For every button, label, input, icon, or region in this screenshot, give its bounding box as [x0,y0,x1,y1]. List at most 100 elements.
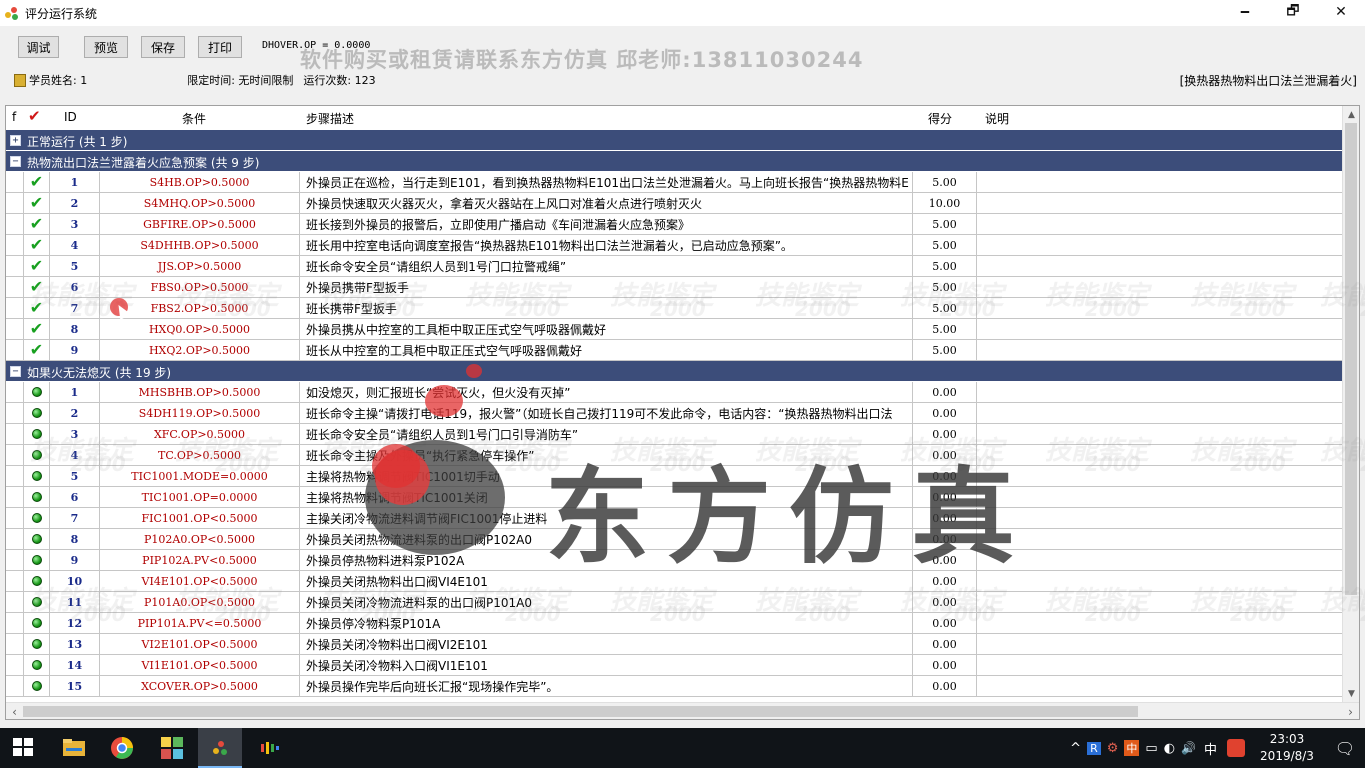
volume-icon[interactable]: 🔊 [1181,741,1196,755]
step-row[interactable]: ✔ 7 FBS2.OP>0.5000 班长携带F型扳手 5.00 [6,298,1342,319]
input-method-icon[interactable]: R [1087,741,1101,755]
step-row[interactable]: 8 P102A0.OP<0.5000 外操员关闭热物流进料泵的出口阀P102A0 0.… [6,529,1342,550]
step-row[interactable]: 12 PIP101A.PV<=0.5000 外操员停冷物料泵P101A 0.00 [6,613,1342,634]
tray-expand-icon[interactable]: ^ [1070,741,1081,756]
step-row[interactable]: 7 FIC1001.OP<0.5000 主操关闭冷物流进料调节阀FIC1001停止进… [6,508,1342,529]
step-row[interactable]: ✔ 6 FBS0.OP>0.5000 外操员携带F型扳手 5.00 [6,277,1342,298]
step-row[interactable]: 3 XFC.OP>0.5000 班长命令安全员“请组织人员到1号门口引导消防车” 0.… [6,424,1342,445]
step-description: 外操员关闭热物料出口阀VI4E101 [300,571,913,591]
step-score: 5.00 [913,319,977,339]
step-score: 0.00 [913,571,977,591]
group-row[interactable]: + 正常运行 (共 1 步) [6,130,1342,151]
scroll-down-icon[interactable]: ▼ [1343,685,1359,702]
completed-check-icon: ✔ [29,172,44,191]
restore-button[interactable]: 🗗 [1269,0,1317,24]
step-note [977,424,1342,444]
step-row[interactable]: 1 MHSBHB.OP>0.5000 如没熄灭，则汇报班长“尝试灭火，但火没有灭掉”… [6,382,1342,403]
browser-icon[interactable] [110,736,134,760]
debug-button[interactable]: 调试 [18,36,59,58]
step-row[interactable]: 13 VI2E101.OP<0.5000 外操员关闭冷物料出口阀VI2E101 0.0… [6,634,1342,655]
step-row[interactable]: 9 PIP102A.PV<0.5000 外操员停热物料进料泵P102A 0.00 [6,550,1342,571]
step-row[interactable]: ✔ 1 S4HB.OP>0.5000 外操员正在巡检，当行走到E101，看到换热器热物… [6,172,1342,193]
minimize-button[interactable]: 🗕 [1221,0,1269,24]
step-status-cell [24,382,50,402]
horizontal-scroll-thumb[interactable] [23,706,1138,717]
step-row[interactable]: ✔ 3 GBFIRE.OP>0.5000 班长接到外操员的报警后，立即使用广播启动《车… [6,214,1342,235]
step-score: 0.00 [913,487,977,507]
step-note [977,298,1342,318]
step-flag-cell [6,550,24,570]
step-note [977,655,1342,675]
step-description: 外操员停冷物料泵P101A [300,613,913,633]
step-id: 9 [50,550,100,570]
windows-start-icon[interactable] [12,736,36,760]
step-flag-cell [6,655,24,675]
step-row[interactable]: 11 P101A0.OP<0.5000 外操员关闭冷物流进料泵的出口阀P101A0 0… [6,592,1342,613]
ime-language-indicator[interactable]: 中 [1204,739,1217,758]
print-button[interactable]: 打印 [198,36,242,58]
step-note [977,277,1342,297]
tray-ime-icon[interactable]: 中 [1124,740,1140,756]
step-status-cell: ✔ [24,193,50,213]
title-bar: 评分运行系统 🗕 🗗 ✕ [0,0,1365,26]
preview-button[interactable]: 预览 [84,36,128,58]
tray-red-app-icon[interactable] [1227,739,1245,757]
file-explorer-icon[interactable] [62,736,86,760]
step-row[interactable]: ✔ 4 S4DHHB.OP>0.5000 班长用中控室电话向调度室报告“换热器热E10… [6,235,1342,256]
step-description: 外操员携从中控室的工具柜中取正压式空气呼吸器佩戴好 [300,319,913,339]
save-button[interactable]: 保存 [141,36,185,58]
scenario-title: [换热器热物料出口法兰泄漏着火] [1179,74,1357,88]
step-row[interactable]: ✔ 8 HXQ0.OP>0.5000 外操员携从中控室的工具柜中取正压式空气呼吸器佩戴… [6,319,1342,340]
group-row[interactable]: − 热物流出口法兰泄露着火应急预案 (共 9 步) [6,151,1342,172]
group-title: 热物流出口法兰泄露着火应急预案 (共 9 步) [27,156,260,170]
step-note [977,466,1342,486]
step-note [977,382,1342,402]
close-button[interactable]: ✕ [1317,0,1365,24]
step-row[interactable]: ✔ 2 S4MHQ.OP>0.5000 外操员快速取灭火器灭火，拿着灭火器站在上风口对… [6,193,1342,214]
step-score: 0.00 [913,382,977,402]
step-description: 班长用中控室电话向调度室报告“换热器热E101物料出口法兰泄漏着火，已启动应急预… [300,235,913,255]
step-description: 如没熄灭，则汇报班长“尝试灭火，但火没有灭掉” [300,382,913,402]
step-status-cell [24,466,50,486]
taskbar-clock[interactable]: 23:03 2019/8/3 [1257,731,1317,765]
media-app-icon[interactable] [258,736,282,760]
step-row[interactable]: 6 TIC1001.OP=0.0000 主操将热物料调节阀TIC1001关闭 0.00 [6,487,1342,508]
scroll-up-icon[interactable]: ▲ [1343,106,1359,123]
step-condition: PIP101A.PV<=0.5000 [100,613,300,633]
step-score: 0.00 [913,676,977,696]
step-row[interactable]: 5 TIC1001.MODE=0.0000 主操将热物料调节阀TIC1001切手动 0… [6,466,1342,487]
scoring-app-taskbar-button[interactable] [198,728,242,768]
app-grid-icon[interactable] [160,736,184,760]
battery-icon[interactable]: ▭ [1145,741,1157,756]
step-condition: S4HB.OP>0.5000 [100,172,300,192]
horizontal-scrollbar[interactable]: ‹ › [6,702,1359,719]
book-icon [14,73,26,87]
step-flag-cell [6,571,24,591]
step-row[interactable]: ✔ 9 HXQ2.OP>0.5000 班长从中控室的工具柜中取正压式空气呼吸器佩戴好 5… [6,340,1342,361]
step-row[interactable]: 15 XCOVER.OP>0.5000 外操员操作完毕后向班长汇报“现场操作完毕”。… [6,676,1342,697]
header-id: ID [64,110,77,124]
collapse-icon[interactable]: − [10,366,21,377]
step-row[interactable]: 14 VI1E101.OP<0.5000 外操员关闭冷物料入口阀VI1E101 0.0… [6,655,1342,676]
scroll-left-icon[interactable]: ‹ [6,703,23,719]
step-row[interactable]: 10 VI4E101.OP<0.5000 外操员关闭热物料出口阀VI4E101 0.0… [6,571,1342,592]
group-row[interactable]: − 如果火无法熄灭 (共 19 步) [6,361,1342,382]
vertical-scrollbar[interactable]: ▲ ▼ [1342,106,1359,702]
collapse-icon[interactable]: − [10,156,21,167]
completed-check-icon: ✔ [29,256,44,275]
step-row[interactable]: ✔ 5 JJS.OP>0.5000 班长命令安全员“请组织人员到1号门口拉警戒绳” 5.… [6,256,1342,277]
scroll-right-icon[interactable]: › [1342,703,1359,719]
step-description: 班长携带F型扳手 [300,298,913,318]
step-row[interactable]: 2 S4DH119.OP>0.5000 班长命令主操“请拨打电话119，报火警”（如… [6,403,1342,424]
network-icon[interactable]: ◐ [1164,741,1175,756]
pending-dot-icon [31,555,42,565]
vertical-scroll-thumb[interactable] [1345,123,1357,595]
completed-check-icon: ✔ [29,214,44,233]
notification-center-icon[interactable]: 🗨 [1325,739,1365,758]
step-description: 主操关闭冷物流进料调节阀FIC1001停止进料 [300,508,913,528]
expand-icon[interactable]: + [10,135,21,146]
grid-rows: + 正常运行 (共 1 步) − 热物流出口法兰泄露着火应急预案 (共 9 步) ✔ 1 S… [6,130,1342,697]
step-status-cell [24,592,50,612]
step-row[interactable]: 4 TC.OP>0.5000 班长命令主操及外操员“执行紧急停车操作” 0.00 [6,445,1342,466]
tray-gear-icon[interactable]: ⚙ [1107,741,1119,756]
